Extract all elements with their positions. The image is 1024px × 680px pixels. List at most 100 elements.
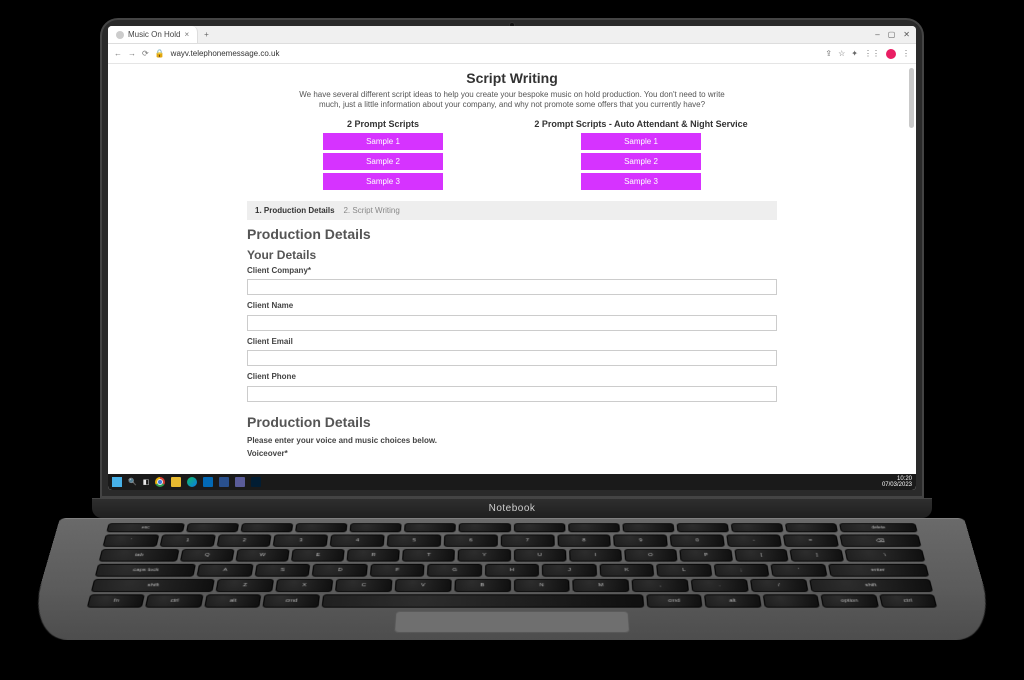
tab-close-icon[interactable]: × (184, 30, 189, 39)
key[interactable]: 0 (670, 535, 725, 547)
key[interactable]: ctrl (879, 594, 937, 607)
new-tab-button[interactable]: + (198, 30, 215, 39)
key[interactable]: ⌫ (839, 535, 921, 547)
key[interactable] (295, 523, 348, 532)
key[interactable]: X (275, 579, 333, 592)
key[interactable]: M (573, 579, 630, 592)
key[interactable]: tab (99, 549, 179, 561)
forward-icon[interactable]: → (128, 49, 136, 58)
client-email-input[interactable] (247, 350, 777, 366)
key[interactable]: - (726, 535, 781, 547)
menu-icon[interactable]: ⋮ (902, 49, 910, 58)
trackpad[interactable] (394, 611, 630, 633)
client-name-input[interactable] (247, 315, 777, 331)
puzzle-icon[interactable]: ✦ (851, 49, 858, 58)
key[interactable]: 2 (216, 535, 272, 547)
key[interactable]: option (821, 594, 879, 607)
key[interactable] (731, 523, 784, 532)
file-explorer-icon[interactable] (171, 477, 181, 487)
key[interactable]: S (254, 564, 310, 577)
key[interactable] (677, 523, 730, 532)
photoshop-icon[interactable] (251, 477, 261, 487)
key[interactable]: U (514, 549, 567, 561)
key[interactable]: ; (713, 564, 769, 577)
key[interactable] (404, 523, 456, 532)
back-icon[interactable]: ← (114, 49, 122, 58)
sample-button[interactable]: Sample 1 (581, 133, 701, 150)
key[interactable]: F (370, 564, 425, 577)
key[interactable]: 5 (387, 535, 441, 547)
key[interactable]: L (656, 564, 712, 577)
key[interactable]: I (569, 549, 622, 561)
client-phone-input[interactable] (247, 386, 777, 402)
key[interactable]: enter (828, 564, 929, 577)
key[interactable]: E (291, 549, 345, 561)
close-window-button[interactable]: ✕ (903, 30, 910, 39)
key[interactable]: esc (106, 523, 184, 532)
scrollbar[interactable] (909, 68, 914, 128)
sample-button[interactable]: Sample 2 (323, 153, 443, 170)
key[interactable] (186, 523, 239, 532)
maximize-button[interactable]: ▢ (888, 30, 896, 39)
key[interactable]: V (394, 579, 451, 592)
key[interactable]: shift (91, 579, 215, 592)
key[interactable]: cmd (263, 594, 320, 607)
system-tray-clock[interactable]: 10:20 07/03/2023 (882, 476, 912, 488)
key[interactable]: ] (790, 549, 845, 561)
key[interactable]: O (624, 549, 677, 561)
search-icon[interactable]: 🔍 (128, 478, 137, 486)
profile-avatar[interactable] (886, 49, 896, 59)
key[interactable]: T (402, 549, 455, 561)
start-button[interactable] (112, 477, 122, 487)
key[interactable]: cmd (646, 594, 703, 607)
step-1[interactable]: 1. Production Details (255, 206, 335, 215)
key[interactable]: ' (770, 564, 826, 577)
key[interactable] (514, 523, 566, 532)
reload-icon[interactable]: ⟳ (142, 49, 149, 58)
task-view-icon[interactable]: ◧ (143, 478, 150, 486)
key[interactable]: 3 (273, 535, 328, 547)
key[interactable]: 1 (159, 535, 215, 547)
key[interactable]: J (542, 564, 597, 577)
key[interactable]: Y (458, 549, 511, 561)
key[interactable]: delete (839, 523, 917, 532)
sample-button[interactable]: Sample 3 (581, 173, 701, 190)
key[interactable] (762, 594, 820, 607)
key[interactable] (240, 523, 293, 532)
sample-button[interactable]: Sample 2 (581, 153, 701, 170)
extensions-icon[interactable]: ⋮⋮ (864, 49, 880, 58)
key[interactable]: = (783, 535, 839, 547)
key[interactable]: G (427, 564, 482, 577)
key[interactable]: H (485, 564, 539, 577)
key[interactable]: / (750, 579, 808, 592)
teams-icon[interactable] (235, 477, 245, 487)
key[interactable]: \ (845, 549, 925, 561)
key[interactable]: alt (204, 594, 262, 607)
key[interactable]: 7 (501, 535, 555, 547)
client-company-input[interactable] (247, 279, 777, 295)
key[interactable]: P (679, 549, 733, 561)
url-text[interactable]: wayv.telephonemessage.co.uk (171, 49, 820, 58)
sample-button[interactable]: Sample 1 (323, 133, 443, 150)
word-icon[interactable] (219, 477, 229, 487)
key[interactable]: A (197, 564, 253, 577)
key[interactable]: ` (103, 535, 160, 547)
key[interactable]: W (235, 549, 289, 561)
key[interactable]: 4 (330, 535, 385, 547)
key[interactable]: C (335, 579, 392, 592)
chrome-icon[interactable] (155, 477, 165, 487)
key[interactable]: . (691, 579, 749, 592)
key[interactable] (785, 523, 838, 532)
key[interactable]: K (599, 564, 654, 577)
key[interactable] (622, 523, 674, 532)
key[interactable]: 8 (557, 535, 611, 547)
key[interactable] (321, 594, 643, 607)
key[interactable] (568, 523, 620, 532)
key[interactable]: 9 (614, 535, 669, 547)
minimize-button[interactable]: – (875, 30, 879, 39)
outlook-icon[interactable] (203, 477, 213, 487)
key[interactable]: [ (734, 549, 788, 561)
key[interactable]: shift (809, 579, 933, 592)
key[interactable]: Z (216, 579, 274, 592)
key[interactable]: 6 (444, 535, 498, 547)
